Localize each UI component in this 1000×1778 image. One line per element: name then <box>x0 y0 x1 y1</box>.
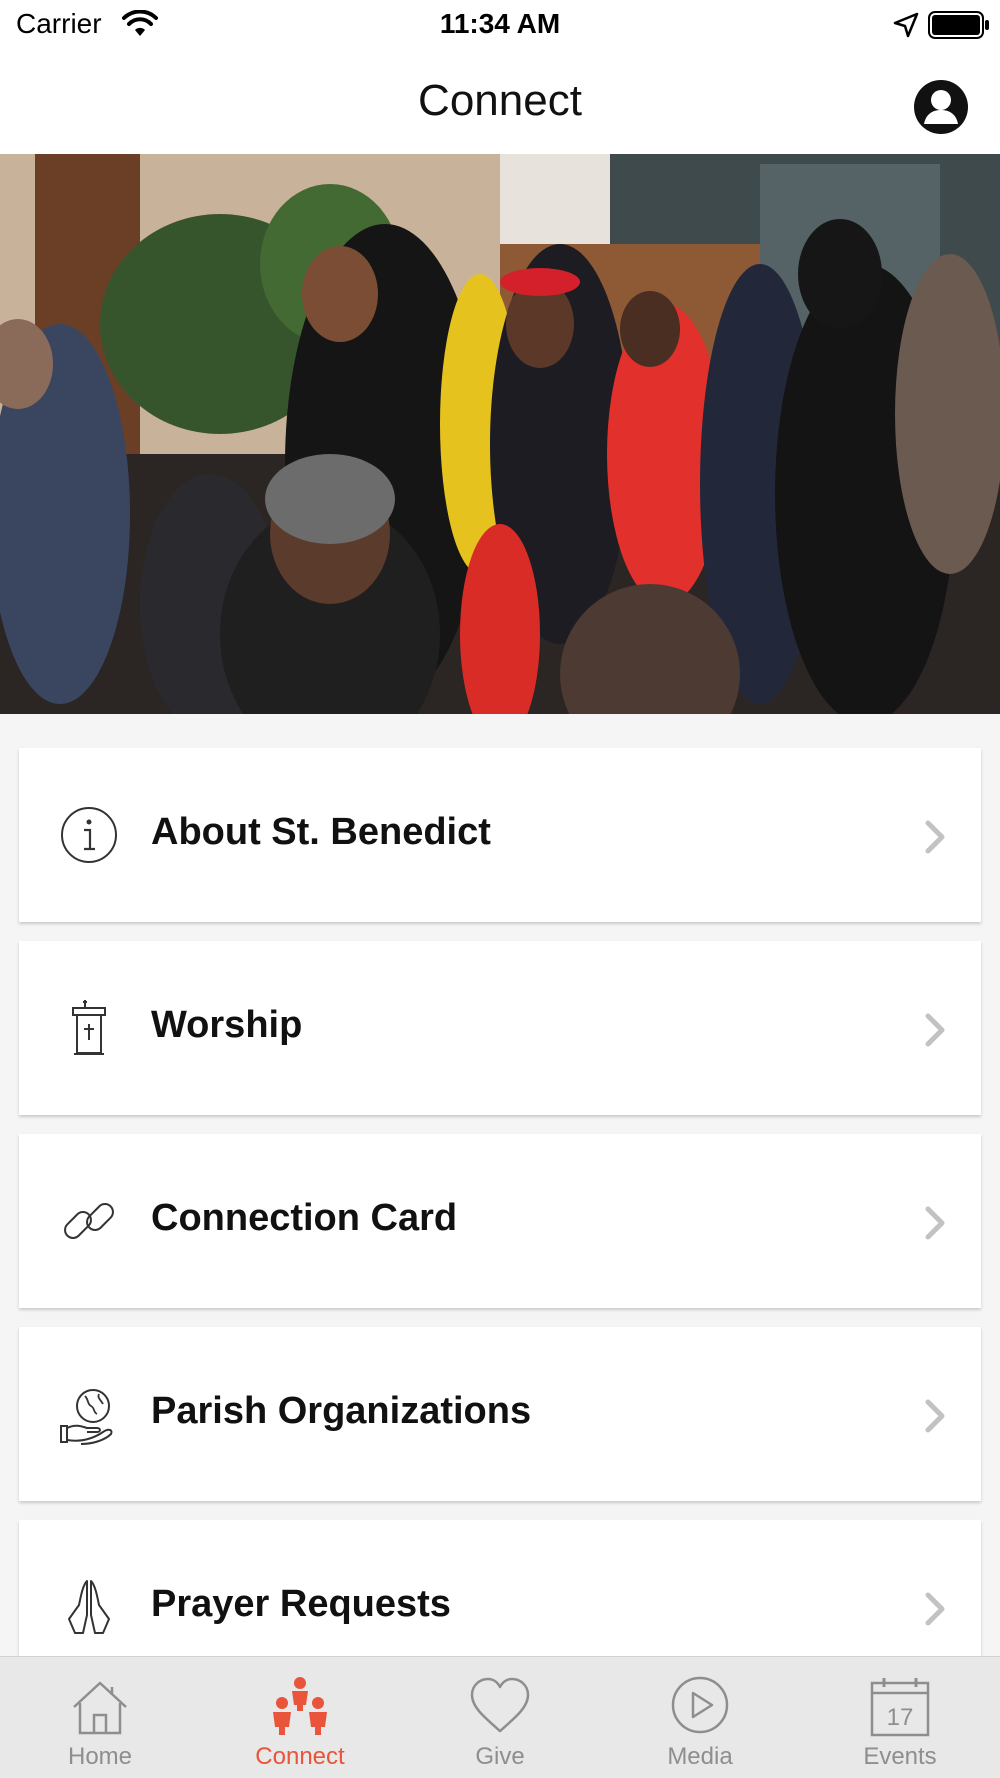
tab-label: Media <box>667 1743 733 1770</box>
menu-item-label: Parish Organizations <box>151 1390 532 1432</box>
info-icon <box>61 807 117 863</box>
play-icon <box>671 1676 729 1734</box>
status-time: 11:34 AM <box>439 8 561 39</box>
tab-give[interactable]: Give <box>400 1657 600 1778</box>
connect-screen: Carrier 11:34 AM Connect About St. Bened… <box>0 0 1000 1778</box>
menu-item-label: Connection Card <box>151 1197 458 1239</box>
calendar-day-number: 17 <box>887 1704 914 1731</box>
tab-label: Events <box>863 1743 937 1770</box>
praying-hands-icon <box>68 1580 110 1634</box>
chevron-right-icon <box>925 1399 945 1433</box>
status-bar: Carrier 11:34 AM <box>0 0 1000 50</box>
navigation-bar: Connect <box>0 50 1000 154</box>
chevron-right-icon <box>925 1592 945 1626</box>
tab-connect[interactable]: Connect <box>200 1657 400 1778</box>
menu-item-parish-organizations[interactable]: Parish Organizations <box>19 1327 981 1501</box>
menu-item-worship[interactable]: Worship <box>19 941 981 1115</box>
menu-item-about[interactable]: About St. Benedict <box>19 748 981 922</box>
people-icon <box>273 1677 327 1735</box>
menu-item-label: About St. Benedict <box>151 811 491 853</box>
menu-item-label: Worship <box>151 1004 303 1046</box>
chevron-right-icon <box>925 820 945 854</box>
tab-label: Give <box>475 1743 525 1770</box>
globe-hand-icon <box>60 1389 113 1445</box>
menu-item-connection-card[interactable]: Connection Card <box>19 1134 981 1308</box>
battery-icon <box>928 11 989 39</box>
page-title: Connect <box>418 76 582 125</box>
chevron-right-icon <box>925 1206 945 1240</box>
location-arrow-icon <box>893 12 919 38</box>
link-icon <box>64 1203 114 1239</box>
heart-icon <box>470 1677 530 1733</box>
home-icon <box>73 1681 127 1735</box>
tab-media[interactable]: Media <box>600 1657 800 1778</box>
profile-icon[interactable] <box>912 78 970 136</box>
connect-menu-list: About St. Benedict Worship Connection Ca… <box>19 748 981 1713</box>
hero-image <box>0 154 1000 714</box>
tab-events[interactable]: 17 Events <box>800 1657 1000 1778</box>
pulpit-icon <box>72 1000 106 1055</box>
calendar-icon: 17 <box>870 1678 930 1737</box>
tab-home[interactable]: Home <box>0 1657 200 1778</box>
tab-label: Connect <box>255 1743 345 1770</box>
chevron-right-icon <box>925 1013 945 1047</box>
menu-item-label: Prayer Requests <box>151 1583 451 1625</box>
tab-bar: Home Connect Give Media 17 Events <box>0 1656 1000 1778</box>
tab-label: Home <box>67 1743 133 1770</box>
